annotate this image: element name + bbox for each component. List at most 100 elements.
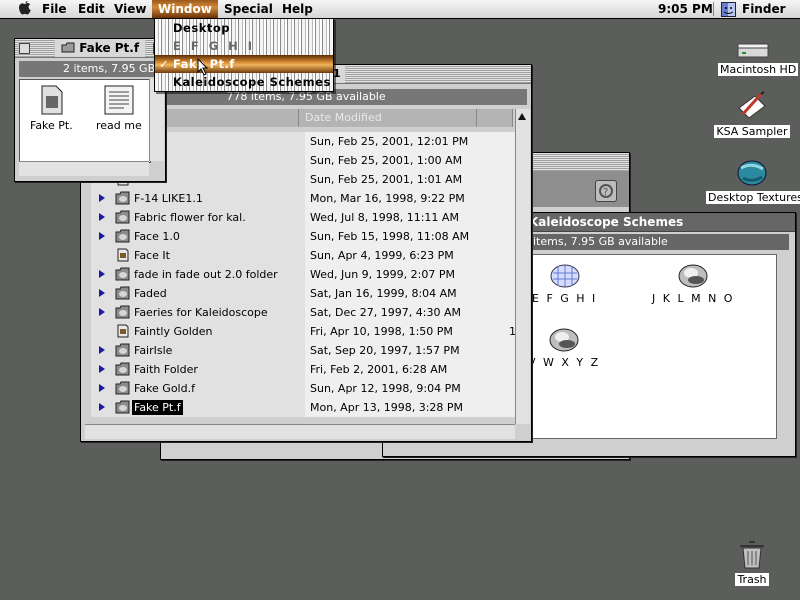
table-row[interactable]: Fake Pt.f Mon, Apr 13, 1998, 3:28 PM <box>91 398 515 417</box>
file-icon <box>117 324 129 338</box>
fake-pt-hscroll[interactable] <box>19 161 149 176</box>
fake-pt-title-text: Fake Pt.f <box>79 41 140 55</box>
scheme-item-jklmno[interactable]: J K L M N O <box>652 263 734 305</box>
table-row[interactable]: Faith Folder Fri, Feb 2, 2001, 6:28 AM <box>91 360 515 379</box>
file-name[interactable]: FairIsle <box>134 341 172 360</box>
texture-sphere-icon <box>737 160 767 186</box>
finder-app-icon[interactable] <box>721 2 736 20</box>
disclosure-triangle-icon[interactable] <box>99 365 105 373</box>
file-name[interactable]: Faintly Golden <box>134 322 213 341</box>
menu-edit[interactable]: Edit <box>72 0 111 18</box>
date-cell: Wed, Jun 9, 1999, 2:07 PM <box>305 265 515 284</box>
table-row[interactable]: FairIsle Sat, Sep 20, 1997, 1:57 PM <box>91 341 515 360</box>
table-row[interactable]: Faeries for Kaleidoscope Sat, Dec 27, 199… <box>91 303 515 322</box>
menu-special[interactable]: Special <box>218 0 279 18</box>
file-name[interactable]: fade in fade out 2.0 folder <box>134 265 278 284</box>
name-cell: Face 1.0 <box>91 227 305 246</box>
kaleidoscope-scheme-icon <box>549 328 579 352</box>
folder-small-icon <box>61 42 75 53</box>
column-header-extra[interactable] <box>477 109 513 127</box>
horizontal-scrollbar[interactable] <box>85 424 515 439</box>
scheme-label-vwxyz: V W X Y Z <box>528 356 601 369</box>
menu-item-efghi[interactable]: E F G H I <box>155 37 333 55</box>
file-name[interactable]: Faded <box>134 284 167 303</box>
file-name[interactable]: Faith Folder <box>134 360 198 379</box>
close-box-icon[interactable] <box>19 43 30 54</box>
file-item-fake-pt[interactable]: Fake Pt. <box>30 84 73 132</box>
file-name[interactable]: Face It <box>134 246 170 265</box>
disclosure-triangle-icon[interactable] <box>99 289 105 297</box>
fake-pt-content: Fake Pt. read me <box>19 79 151 163</box>
menu-window[interactable]: Window <box>152 0 218 18</box>
file-item-read-me[interactable]: read me <box>96 84 142 132</box>
file-name[interactable]: Fake Pt.f <box>132 400 183 415</box>
desktop-textures-label: Desktop Textures <box>706 191 800 204</box>
menu-file[interactable]: File <box>36 0 73 18</box>
name-cell: Face It <box>91 246 305 265</box>
file-icon <box>117 248 129 262</box>
table-row[interactable]: Face 1.0 Sun, Feb 15, 1998, 11:08 AM <box>91 227 515 246</box>
trash-label: Trash <box>735 573 769 586</box>
ksa-sampler-icon[interactable]: KSA Sampler <box>714 90 790 138</box>
scheme-item-efghi[interactable]: E F G H I <box>532 263 597 305</box>
fake-pt-titlebar[interactable]: Fake Pt.f <box>15 39 165 58</box>
apple-menu-icon[interactable] <box>12 0 38 18</box>
file-name[interactable]: Fake Gold.f <box>134 379 195 398</box>
folder-icon <box>115 362 130 376</box>
name-cell: Faintly Golden <box>91 322 305 341</box>
kaleidoscope-scheme-icon <box>550 264 580 288</box>
date-cell: Wed, Jul 8, 1998, 11:11 AM <box>305 208 515 227</box>
scheme-item-vwxyz[interactable]: V W X Y Z <box>528 327 600 369</box>
disclosure-triangle-icon[interactable] <box>99 384 105 392</box>
trash-icon[interactable]: Trash <box>730 538 774 586</box>
menu-item-fake-pt[interactable]: ✓ Fake Pt.f <box>155 55 333 73</box>
disclosure-triangle-icon[interactable] <box>99 194 105 202</box>
table-row[interactable]: F-14 LIKE1.1 Mon, Mar 16, 1998, 9:22 PM <box>91 189 515 208</box>
menu-clock[interactable]: 9:05 PM <box>652 0 719 18</box>
app-menu-finder[interactable]: Finder <box>736 0 792 18</box>
disclosure-triangle-icon[interactable] <box>99 213 105 221</box>
column-header-date[interactable]: Date Modified <box>299 109 477 127</box>
mouse-pointer-icon <box>197 58 209 76</box>
file-name[interactable]: Face 1.0 <box>134 227 180 246</box>
name-cell: FairIsle <box>91 341 305 360</box>
svg-text:?: ? <box>603 187 608 198</box>
macintosh-hd-icon[interactable]: Macintosh HD <box>718 40 799 76</box>
vertical-scrollbar[interactable] <box>515 109 530 424</box>
table-row[interactable]: Fake Gold.f Sun, Apr 12, 1998, 9:04 PM <box>91 379 515 398</box>
menu-item-desktop[interactable]: Desktop <box>155 19 333 37</box>
folder-icon <box>115 343 130 357</box>
folder-icon <box>115 381 130 395</box>
table-row[interactable]: Faintly Golden Fri, Apr 10, 1998, 1:50 PM <box>91 322 515 341</box>
name-cell: Fake Gold.f <box>91 379 305 398</box>
date-cell: Sat, Dec 27, 1997, 4:30 AM <box>305 303 515 322</box>
menu-item-desktop-label: Desktop <box>173 21 230 35</box>
table-row[interactable]: Face It Sun, Apr 4, 1999, 6:23 PM <box>91 246 515 265</box>
date-cell: Sat, Sep 20, 1997, 1:57 PM <box>305 341 515 360</box>
help-button-icon[interactable]: ? <box>595 180 617 202</box>
table-row[interactable]: fade in fade out 2.0 folder Wed, Jun 9, 1… <box>91 265 515 284</box>
desktop-textures-icon[interactable]: Desktop Textures <box>706 158 800 204</box>
scroll-up-arrow-icon[interactable] <box>518 113 526 120</box>
file-name[interactable]: Fabric flower for kal. <box>134 208 246 227</box>
name-cell: Fabric flower for kal. <box>91 208 305 227</box>
disclosure-triangle-icon[interactable] <box>99 232 105 240</box>
hard-disk-icon <box>737 43 769 58</box>
menu-separator <box>713 2 714 16</box>
file-name[interactable]: F-14 LIKE1.1 <box>134 189 203 208</box>
date-cell: Sun, Feb 15, 1998, 11:08 AM <box>305 227 515 246</box>
disclosure-triangle-icon[interactable] <box>99 346 105 354</box>
scheme-label-efghi: E F G H I <box>532 292 598 305</box>
menu-view[interactable]: View <box>108 0 152 18</box>
fake-pt-window[interactable]: Fake Pt.f 2 items, 7.95 GB av Fake Pt. r… <box>14 38 166 182</box>
menu-help[interactable]: Help <box>276 0 319 18</box>
table-row[interactable]: Faded Sat, Jan 16, 1999, 8:04 AM <box>91 284 515 303</box>
fake-pt-info: 2 items, 7.95 GB av <box>19 61 161 77</box>
table-row[interactable]: Fabric flower for kal. Wed, Jul 8, 1998, … <box>91 208 515 227</box>
file-name[interactable]: Faeries for Kaleidoscope <box>134 303 268 322</box>
disclosure-triangle-icon[interactable] <box>99 308 105 316</box>
menu-item-kaleidoscope[interactable]: Kaleidoscope Schemes <box>155 73 333 91</box>
disclosure-triangle-icon[interactable] <box>99 403 105 411</box>
name-cell: fade in fade out 2.0 folder <box>91 265 305 284</box>
disclosure-triangle-icon[interactable] <box>99 270 105 278</box>
